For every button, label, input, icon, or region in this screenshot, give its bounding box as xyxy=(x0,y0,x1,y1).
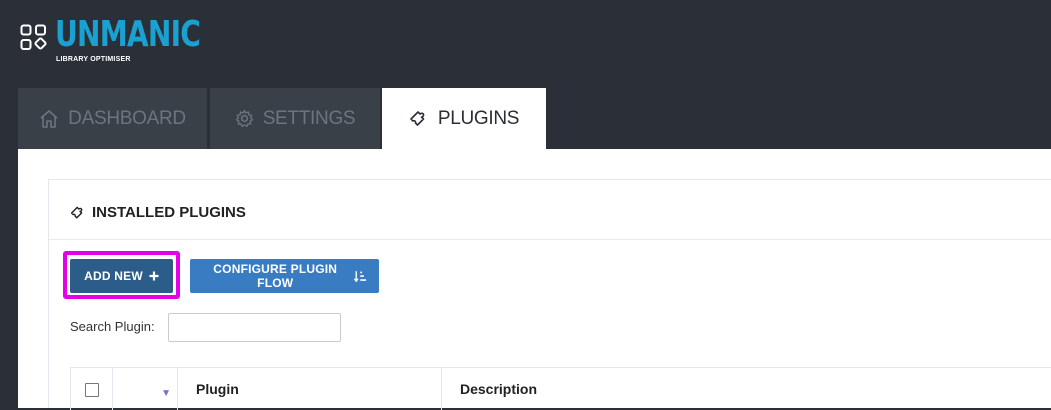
search-label: Search Plugin: xyxy=(70,319,155,334)
installed-plugins-card: INSTALLED PLUGINS ADD NEW CONFIGURE PLUG… xyxy=(48,179,1051,410)
logo-subtitle: LIBRARY OPTIMISER xyxy=(56,56,131,63)
sort-order-icon xyxy=(354,270,367,282)
select-all-checkbox[interactable] xyxy=(84,383,99,397)
card-title-text: INSTALLED PLUGINS xyxy=(92,204,246,221)
add-new-label: ADD NEW xyxy=(84,269,143,283)
puzzle-icon xyxy=(410,110,425,126)
home-icon xyxy=(40,109,58,128)
tab-plugins[interactable]: PLUGINS xyxy=(382,88,546,149)
main-content: INSTALLED PLUGINS ADD NEW CONFIGURE PLUG… xyxy=(18,149,1051,410)
plus-icon xyxy=(149,271,159,281)
search-plugin-input[interactable] xyxy=(168,313,341,342)
tab-dashboard[interactable]: DASHBOARD xyxy=(18,88,207,149)
select-all-cell xyxy=(70,368,112,410)
sort-column-header[interactable]: ▼ xyxy=(112,368,177,410)
plugins-table-header: ▼ Plugin Description xyxy=(70,367,1051,410)
description-column-header[interactable]: Description xyxy=(441,368,1051,410)
plugin-column-header[interactable]: Plugin xyxy=(177,368,441,410)
add-new-button[interactable]: ADD NEW xyxy=(70,259,173,293)
tab-settings[interactable]: SETTINGS xyxy=(210,88,380,149)
logo-mark-icon xyxy=(20,24,47,50)
logo-title: UNMANIC xyxy=(55,14,201,55)
card-header: INSTALLED PLUGINS xyxy=(49,180,1051,240)
tab-plugins-label: PLUGINS xyxy=(437,107,520,129)
sort-down-icon: ▼ xyxy=(161,387,171,399)
tab-dashboard-label: DASHBOARD xyxy=(68,107,186,129)
gear-icon xyxy=(235,109,253,128)
tab-settings-label: SETTINGS xyxy=(262,107,356,129)
card-title: INSTALLED PLUGINS xyxy=(70,204,246,221)
puzzle-icon xyxy=(70,206,83,219)
configure-plugin-flow-button[interactable]: CONFIGURE PLUGIN FLOW xyxy=(190,259,379,293)
configure-flow-label: CONFIGURE PLUGIN FLOW xyxy=(213,262,338,290)
